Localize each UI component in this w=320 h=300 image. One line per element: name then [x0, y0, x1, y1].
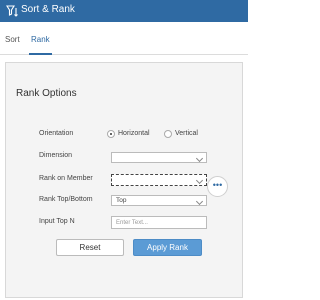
rank-on-member-select[interactable] [111, 174, 207, 186]
rank-on-member-label: Rank on Member [39, 175, 93, 182]
input-top-n-label: Input Top N [39, 218, 75, 225]
rank-top-bottom-value: Top [116, 197, 127, 204]
tab-sort[interactable]: Sort [5, 35, 20, 44]
vertical-radio-label: Vertical [175, 130, 198, 137]
tab-bar: Sort Rank [0, 22, 248, 55]
reset-button[interactable]: Reset [56, 239, 124, 256]
input-top-n-field[interactable]: Enter Text... [111, 216, 207, 229]
rank-top-bottom-label: Rank Top/Bottom [39, 196, 93, 203]
window-title: Sort & Rank [21, 4, 75, 15]
rank-options-panel: Rank Options Orientation Horizontal Vert… [5, 62, 243, 298]
apply-rank-button[interactable]: Apply Rank [133, 239, 202, 256]
horizontal-radio[interactable] [107, 130, 115, 138]
funnel-sort-icon [6, 5, 18, 17]
chevron-down-icon [195, 154, 204, 163]
vertical-radio[interactable] [164, 130, 172, 138]
input-top-n-placeholder: Enter Text... [116, 220, 148, 226]
tab-rank[interactable]: Rank [29, 35, 52, 55]
chevron-down-icon [195, 176, 204, 185]
rank-top-bottom-select[interactable]: Top [111, 195, 207, 206]
dimension-label: Dimension [39, 152, 73, 159]
dimension-select[interactable] [111, 152, 207, 163]
panel-title: Rank Options [16, 88, 77, 99]
horizontal-radio-label: Horizontal [118, 130, 150, 137]
more-options-button[interactable]: ••• [207, 176, 228, 197]
title-bar: Sort & Rank [0, 0, 248, 22]
orientation-label: Orientation [39, 130, 74, 137]
chevron-down-icon [195, 197, 204, 206]
